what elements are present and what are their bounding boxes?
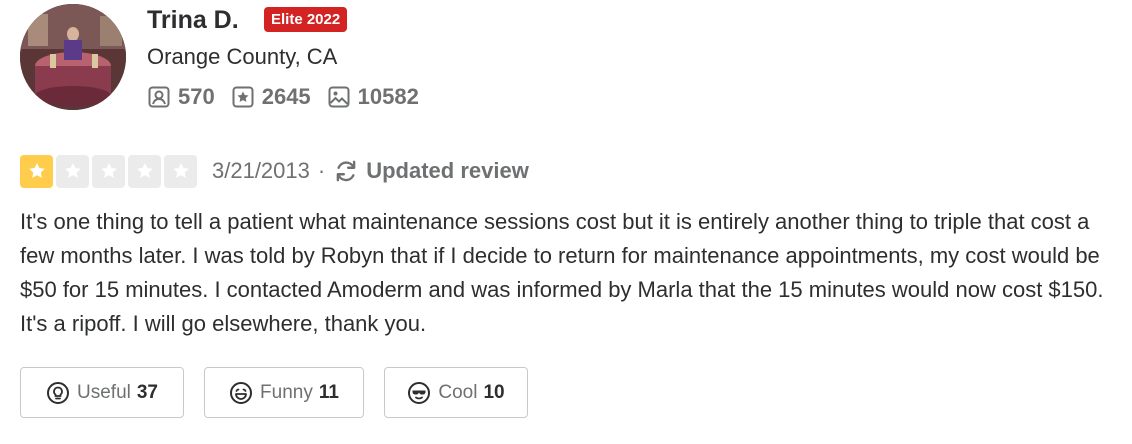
avatar-photo [20,4,126,110]
star-box-icon [232,86,254,108]
cool-count: 10 [483,381,505,403]
star-icon [64,163,81,178]
meta-separator: · [317,158,326,183]
review-text: It's one thing to tell a patient what ma… [20,209,1104,336]
user-location: Orange County, CA [147,44,338,69]
user-name[interactable]: Trina D. [147,6,239,35]
star-icon [28,163,45,178]
star-icon [100,163,117,178]
star-4 [128,154,161,188]
review-meta: 3/21/2013 · Updated review [20,154,529,188]
star-1 [20,154,53,188]
friends-icon [148,86,170,108]
funny-label: Funny [260,381,313,403]
star-icon [136,163,153,178]
cool-button[interactable]: Cool 10 [384,367,528,418]
updated-review-label: Updated review [366,158,529,183]
smile-icon [230,381,253,404]
star-5 [164,154,197,188]
reaction-buttons: Useful 37 Funny 11 Cool 10 [20,367,548,418]
star-3 [92,154,125,188]
useful-button[interactable]: Useful 37 [20,367,184,418]
avatar[interactable] [20,4,126,110]
user-stats: 570 2645 10582 [147,84,435,110]
photos-stat: 10582 [327,84,419,110]
funny-count: 11 [318,381,339,403]
review-date: 3/21/2013 [212,158,310,183]
funny-button[interactable]: Funny 11 [204,367,364,418]
friends-stat: 570 [147,84,215,110]
star-2 [56,154,89,188]
lightbulb-icon [47,381,69,404]
useful-label: Useful [77,381,131,403]
useful-count: 37 [136,381,158,403]
refresh-icon [336,160,356,182]
reviews-stat: 2645 [231,84,311,110]
elite-badge[interactable]: Elite 2022 [264,7,348,32]
updated-review-link[interactable]: Updated review [333,158,529,184]
friends-count: 570 [178,84,215,109]
star-rating [20,154,200,188]
sunglasses-icon [408,381,431,404]
star-icon [172,163,189,178]
photo-icon [328,86,350,108]
reviews-count: 2645 [261,84,311,109]
photos-count: 10582 [357,84,419,109]
cool-label: Cool [438,381,478,403]
